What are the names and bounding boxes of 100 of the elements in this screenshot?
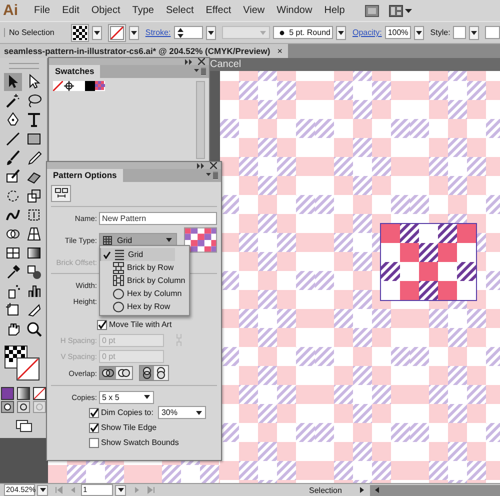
draw-normal-icon[interactable] — [1, 401, 14, 413]
opacity-field[interactable]: 100% — [384, 26, 412, 39]
dropdown-button[interactable] — [206, 26, 216, 40]
caret-icon — [259, 28, 268, 36]
stroke-link[interactable]: Stroke: — [145, 28, 171, 37]
type-icon[interactable] — [25, 111, 43, 129]
dropdown-button[interactable] — [414, 26, 424, 40]
menu-item[interactable]: Type — [126, 5, 160, 16]
current-tool-label: Selection — [309, 486, 343, 494]
checkbox-label: Show Swatch Bounds — [101, 438, 179, 447]
pencil-icon[interactable] — [25, 149, 43, 167]
menu-item[interactable]: File — [28, 5, 56, 16]
panel-menu-icon[interactable] — [206, 172, 218, 179]
stroke-weight-field[interactable] — [174, 26, 204, 39]
top-in-front-icon[interactable] — [140, 366, 154, 380]
scale-icon[interactable] — [25, 187, 43, 205]
none-swatch-icon[interactable] — [53, 81, 63, 91]
stroke-swatch[interactable] — [108, 24, 126, 42]
dropdown-button[interactable] — [468, 26, 479, 40]
dropdown-button[interactable] — [115, 484, 126, 496]
circle-icon — [113, 288, 124, 300]
swatch-icon[interactable] — [75, 81, 85, 91]
scroll-left-icon[interactable] — [373, 486, 381, 494]
dropdown-button[interactable] — [37, 484, 48, 496]
menu-item[interactable]: Help — [318, 5, 351, 16]
menu-item[interactable]: Grid — [100, 248, 175, 261]
checkbox-label: Dim Copies to: — [101, 408, 154, 417]
style-label: Style: — [430, 28, 450, 37]
line-icon[interactable] — [4, 130, 22, 148]
app-logo: Ai — [3, 2, 18, 19]
menu-item[interactable]: Hex by Column — [100, 287, 189, 300]
menu-item[interactable]: Hex by Row — [100, 300, 189, 313]
menu-item[interactable]: View — [237, 5, 271, 16]
zoom-icon[interactable] — [25, 320, 43, 338]
pattern-tile-tool-button[interactable] — [51, 185, 71, 202]
close-icon[interactable] — [198, 58, 205, 65]
none-mode-icon[interactable] — [33, 387, 46, 400]
blend-icon[interactable] — [25, 263, 43, 281]
caret-icon — [38, 486, 46, 494]
caret-icon — [93, 28, 102, 36]
dropdown-button[interactable] — [336, 26, 346, 40]
scrollbar[interactable] — [370, 484, 500, 496]
panel-tab[interactable]: Pattern Options — [47, 169, 123, 182]
left-in-front-icon[interactable] — [100, 367, 116, 379]
cancel-button[interactable]: Cancel — [210, 59, 242, 70]
play-icon[interactable] — [358, 486, 366, 494]
scrollbar[interactable] — [196, 81, 205, 159]
name-field[interactable]: New Pattern — [99, 212, 217, 224]
grid-rows-icon — [114, 248, 125, 260]
menu-item[interactable]: Object — [85, 5, 126, 16]
caret-icon — [207, 28, 216, 36]
fill-swatch[interactable] — [71, 24, 90, 42]
menu-item[interactable]: Select — [160, 5, 200, 16]
menu-item[interactable]: Window — [270, 5, 318, 16]
pattern-swatch-icon[interactable] — [95, 81, 105, 91]
brick-icon — [113, 274, 124, 286]
gradient-mode-icon[interactable] — [17, 387, 30, 400]
menu-item[interactable]: Brick by Row — [100, 261, 189, 274]
no-color-icon — [110, 26, 124, 40]
dropdown-button[interactable] — [92, 26, 102, 40]
close-icon[interactable] — [210, 162, 217, 169]
workspace-grid-icon[interactable] — [388, 4, 413, 16]
slice-icon[interactable] — [25, 301, 43, 319]
copies-dropdown[interactable]: 5 x 5 — [99, 390, 154, 404]
close-button[interactable]: × — [277, 46, 282, 56]
draw-behind-icon[interactable] — [17, 401, 30, 413]
grid-icon — [103, 236, 112, 244]
registration-swatch-icon[interactable] — [63, 81, 75, 91]
magic-wand-icon[interactable] — [4, 92, 22, 110]
checkbox[interactable] — [97, 320, 107, 330]
opacity-link[interactable]: Opacity: — [352, 28, 382, 37]
checkbox[interactable] — [89, 438, 99, 448]
right-in-front-icon[interactable] — [116, 367, 132, 379]
dim-copies-dropdown[interactable]: 30% — [158, 406, 206, 419]
checkbox-label: Move Tile with Art — [109, 320, 172, 329]
checker-pattern-icon — [73, 26, 88, 40]
spinner-icon — [176, 26, 184, 38]
caret-icon — [195, 408, 204, 416]
menu-item[interactable]: Edit — [56, 5, 86, 16]
screen-mode-icon[interactable] — [16, 420, 32, 432]
panel-menu-icon[interactable] — [194, 68, 206, 75]
dropdown-button[interactable] — [129, 26, 140, 40]
brush-icon[interactable] — [4, 149, 22, 167]
bottom-in-front-icon[interactable] — [154, 366, 168, 380]
color-mode-icon[interactable] — [1, 387, 14, 400]
document-tab[interactable]: seamless-pattern-in-illustrator-cs6.ai* @ 204.52% (CMYK/Preview) × — [0, 44, 288, 58]
checkbox[interactable] — [89, 422, 99, 432]
swatch-icon[interactable] — [85, 81, 95, 91]
checkbox[interactable] — [89, 408, 99, 418]
panel-tab[interactable]: Swatches — [49, 65, 100, 78]
brick-icon — [113, 262, 124, 274]
brush-dropdown[interactable]: 5 pt. Round — [273, 26, 334, 39]
toolbar-field[interactable] — [484, 26, 500, 39]
swatch-preview-drawing — [184, 227, 217, 253]
menu-item[interactable]: Effect — [200, 5, 238, 16]
style-swatch[interactable] — [453, 26, 466, 39]
perspective-grid-icon[interactable] — [25, 225, 43, 243]
caret-icon — [470, 28, 478, 36]
menu-item[interactable]: Brick by Column — [100, 274, 189, 287]
dot-icon — [279, 30, 286, 36]
